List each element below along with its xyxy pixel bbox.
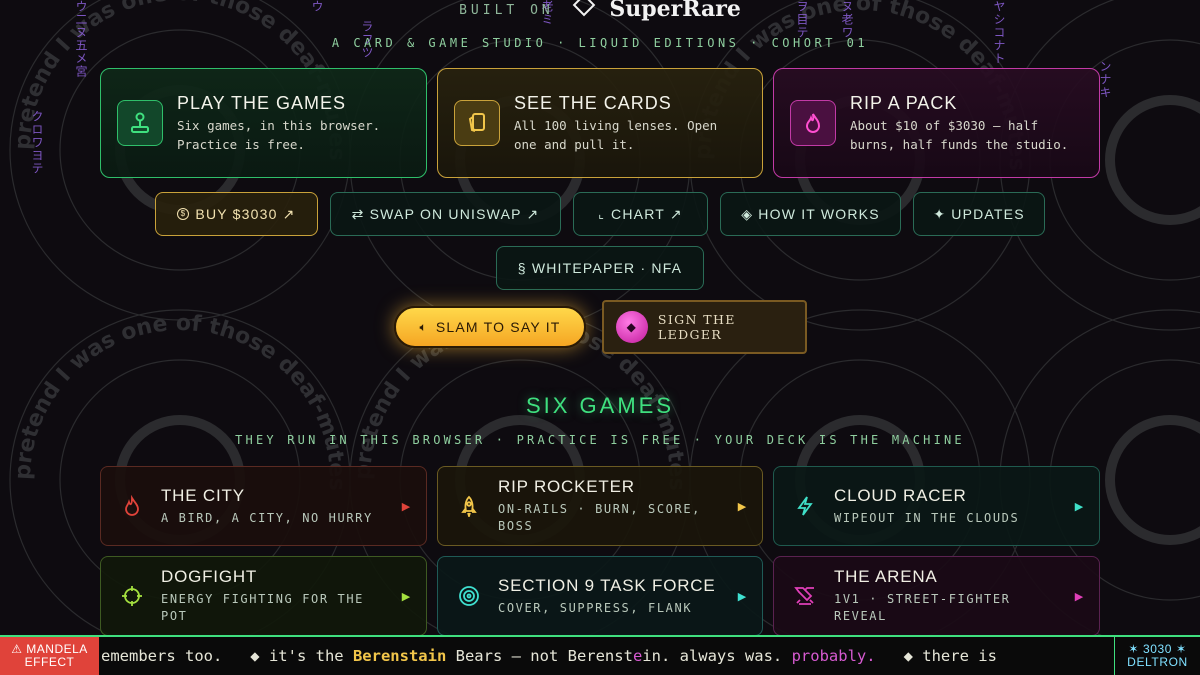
games-section-title: SIX GAMES: [525, 393, 675, 418]
cards-icon: [454, 100, 500, 146]
whitepaper-button[interactable]: § WHITEPAPER · NFA: [496, 246, 704, 290]
game-the-city[interactable]: THE CITY A BIRD, A CITY, NO HURRY ▶: [100, 466, 427, 546]
see-cards-card[interactable]: SEE THE CARDS All 100 living lenses. Ope…: [437, 68, 763, 178]
game-name: THE CITY: [161, 485, 245, 505]
sign-ledger-button[interactable]: ◆ SIGN THE LEDGER: [602, 300, 807, 354]
game-name: SECTION 9 TASK FORCE: [498, 575, 716, 595]
ticker-highlight: Berenstain: [352, 647, 447, 665]
flame-icon: [790, 100, 836, 146]
game-subtitle: COVER, SUPPRESS, FLANK: [498, 600, 693, 615]
play-arrow-icon: ▶: [401, 590, 411, 603]
ticker-highlight: probably.: [791, 647, 876, 665]
swap-uniswap-button[interactable]: ⇄ SWAP ON UNISWAP ↗: [330, 192, 561, 236]
how-it-works-button[interactable]: ◈ HOW IT WORKS: [720, 192, 901, 236]
deltron-badge[interactable]: ✶ 3030 ✶ DELTRON: [1114, 637, 1200, 675]
crosshair-icon: [122, 586, 142, 606]
rocket-icon: [461, 495, 477, 517]
superrare-logo-icon: [572, 0, 595, 17]
tagline: A CARD & GAME STUDIO · LIQUID EDITIONS ·…: [331, 36, 869, 50]
game-subtitle: ON-RAILS · BURN, SCORE, BOSS: [498, 502, 701, 533]
slam-button[interactable]: 🔈︎ SLAM TO SAY IT: [394, 306, 586, 348]
game-rip-rocketer[interactable]: RIP ROCKETER ON-RAILS · BURN, SCORE, BOS…: [437, 466, 763, 546]
coin-icon: $: [177, 208, 190, 220]
game-section-9-task-force[interactable]: SECTION 9 TASK FORCE COVER, SUPPRESS, FL…: [437, 556, 763, 636]
ticker-segment: ◆ there is: [875, 647, 997, 665]
game-cloud-racer[interactable]: CLOUD RACER WIPEOUT IN THE CLOUDS ▶: [773, 466, 1100, 546]
target-icon: [459, 586, 479, 606]
play-arrow-icon: ▶: [737, 500, 747, 513]
flame-icon: [125, 495, 139, 516]
game-name: DOGFIGHT: [161, 567, 258, 586]
play-games-card[interactable]: PLAY THE GAMES Six games, in this browse…: [100, 68, 427, 178]
chart-button[interactable]: ⌞ CHART ↗: [573, 192, 708, 236]
rip-pack-card[interactable]: RIP A PACK About $10 of $3030 — half bur…: [773, 68, 1100, 178]
swords-icon: [794, 587, 814, 605]
ticker-bar: ⚠ MANDELA EFFECT emembers too. ◆ it's th…: [0, 635, 1200, 675]
card-description: Six games, in this browser. Practice is …: [177, 117, 381, 152]
sign-label: SIGN THE LEDGER: [657, 312, 736, 342]
how-label: ◈ HOW IT WORKS: [741, 205, 880, 222]
games-section-subtitle: THEY RUN IN THIS BROWSER · PRACTICE IS F…: [235, 433, 965, 447]
buy-button[interactable]: $ BUY $3030 ↗: [155, 192, 318, 236]
game-name: THE ARENA: [834, 567, 938, 586]
bolt-icon: [797, 496, 813, 516]
play-arrow-icon: ▶: [737, 590, 747, 603]
slam-label: SLAM TO SAY IT: [435, 319, 561, 335]
diamond-orb-icon: ◆: [616, 311, 648, 343]
built-on-label: BUILT ON: [459, 3, 554, 18]
card-description: About $10 of $3030 — half burns, half fu…: [850, 117, 1069, 152]
ticker-segment: Bears — not Berenst: [446, 647, 633, 665]
speaker-icon: 🔈︎: [419, 319, 428, 334]
game-the-arena[interactable]: THE ARENA 1V1 · STREET-FIGHTER REVEAL ▶: [773, 556, 1100, 636]
game-subtitle: ENERGY FIGHTING FOR THE POT: [161, 592, 364, 623]
card-title: RIP A PACK: [850, 92, 958, 113]
card-title: SEE THE CARDS: [514, 92, 672, 113]
chart-icon: ⌞: [598, 207, 606, 221]
ticker-segment: in. always was.: [642, 647, 792, 665]
badge-line-2: DELTRON: [1127, 655, 1188, 669]
ticker-segment: emembers too. ◆ it's the: [101, 647, 353, 665]
buy-label: BUY $3030 ↗: [195, 205, 296, 222]
mandela-effect-badge[interactable]: ⚠ MANDELA EFFECT: [0, 637, 99, 675]
brand-name: SuperRare: [609, 0, 741, 22]
ticker-highlight: e: [632, 647, 643, 665]
game-subtitle: WIPEOUT IN THE CLOUDS: [834, 510, 1020, 525]
game-name: CLOUD RACER: [834, 485, 967, 505]
game-subtitle: A BIRD, A CITY, NO HURRY: [161, 510, 373, 525]
joystick-icon: [117, 100, 163, 146]
card-description: All 100 living lenses. Open one and pull…: [514, 117, 718, 152]
whitepaper-label: § WHITEPAPER · NFA: [517, 260, 683, 276]
updates-button[interactable]: ✦ UPDATES: [913, 192, 1045, 236]
game-dogfight[interactable]: DOGFIGHT ENERGY FIGHTING FOR THE POT ▶: [100, 556, 427, 636]
warn-line-2: EFFECT: [24, 655, 75, 669]
game-name: RIP ROCKETER: [498, 477, 635, 496]
play-arrow-icon: ▶: [401, 500, 411, 513]
updates-label: ✦ UPDATES: [933, 205, 1025, 222]
play-arrow-icon: ▶: [1074, 500, 1084, 513]
game-subtitle: 1V1 · STREET-FIGHTER REVEAL: [834, 592, 1011, 623]
built-on-header: BUILT ON SuperRare: [0, 0, 1200, 22]
swap-label: ⇄ SWAP ON UNISWAP ↗: [351, 205, 540, 222]
play-arrow-icon: ▶: [1074, 590, 1084, 603]
card-title: PLAY THE GAMES: [177, 92, 347, 113]
ticker-text: emembers too. ◆ it's the Berenstain Bear…: [99, 647, 1114, 665]
chart-label: CHART ↗: [611, 205, 683, 222]
